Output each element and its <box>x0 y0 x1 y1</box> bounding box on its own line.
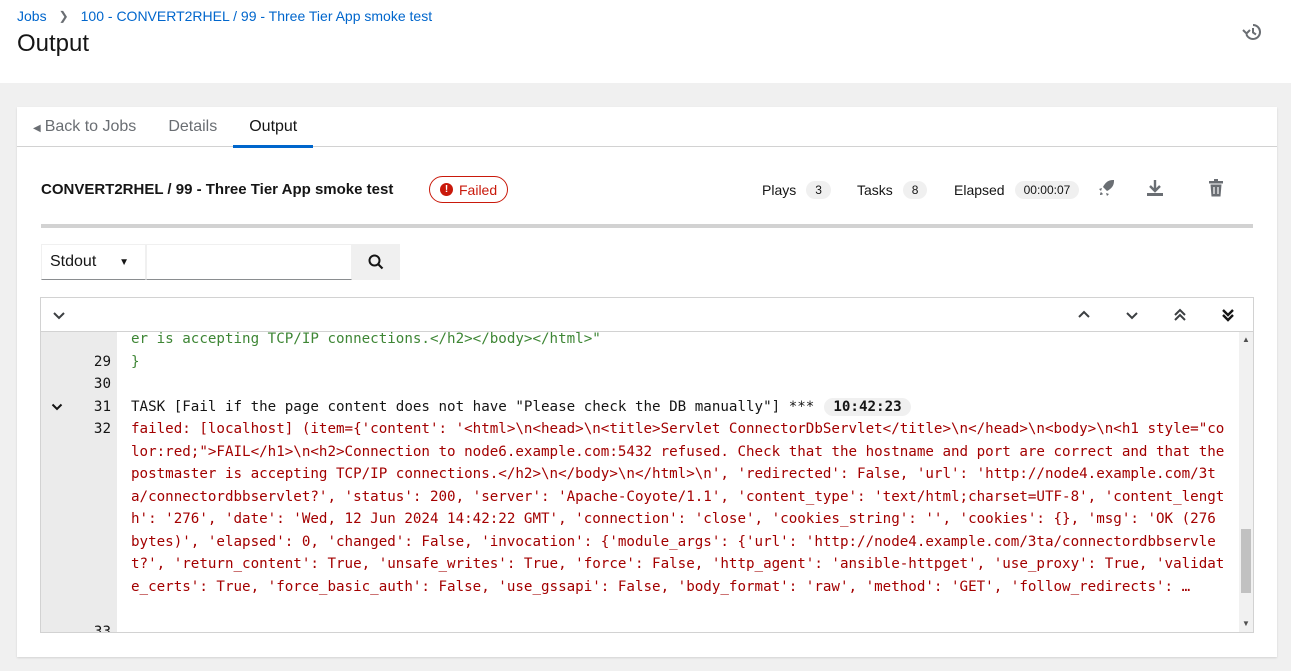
line-number: 33 <box>93 624 111 632</box>
search-button[interactable] <box>352 244 400 280</box>
output-lines: er is accepting TCP/IP connections.</h2>… <box>41 332 1239 632</box>
page-header: Jobs ❯ 100 - CONVERT2RHEL / 99 - Three T… <box>0 0 1291 83</box>
scroll-previous-icon[interactable] <box>1076 307 1092 323</box>
history-icon[interactable] <box>1242 22 1262 42</box>
job-output-card: ◀ Back to Jobs Details Output CONVERT2RHE… <box>17 107 1277 657</box>
output-toolbar <box>41 298 1253 332</box>
tab-back-to-jobs[interactable]: ◀ Back to Jobs <box>17 107 152 147</box>
search-icon <box>368 254 384 270</box>
line-text: } <box>131 353 140 370</box>
job-title: CONVERT2RHEL / 99 - Three Tier App smoke… <box>41 181 394 198</box>
rocket-icon[interactable] <box>1097 178 1117 198</box>
breadcrumb-jobs-link[interactable]: Jobs <box>17 8 47 24</box>
line-text: er is accepting TCP/IP connections.</h2>… <box>131 332 601 347</box>
scroll-down-icon[interactable]: ▼ <box>1242 619 1250 628</box>
status-badge: ! Failed <box>429 176 509 203</box>
tab-details[interactable]: Details <box>152 107 233 147</box>
tab-output[interactable]: Output <box>233 107 314 148</box>
scroll-next-icon[interactable] <box>1124 307 1140 323</box>
tasks-label: Tasks <box>857 182 893 198</box>
tasks-stat: Tasks 8 <box>857 181 928 199</box>
task-timestamp: 10:42:23 <box>824 397 911 416</box>
collapse-all-icon[interactable] <box>51 307 67 323</box>
scrollbar-thumb[interactable] <box>1241 529 1251 593</box>
progress-divider <box>41 224 1253 228</box>
download-icon[interactable] <box>1145 178 1165 198</box>
stream-select-value: Stdout <box>50 253 97 270</box>
trash-icon[interactable] <box>1206 178 1226 198</box>
line-number: 31 <box>93 398 111 415</box>
status-label: Failed <box>459 181 498 198</box>
elapsed-value: 00:00:07 <box>1014 181 1080 199</box>
scroll-first-icon[interactable] <box>1172 307 1188 323</box>
stream-select[interactable]: Stdout ▼ <box>41 244 146 280</box>
plays-label: Plays <box>762 182 797 198</box>
caret-down-icon: ▼ <box>119 256 129 268</box>
line-text: TASK [Fail if the page content does not … <box>131 396 1231 419</box>
plays-stat: Plays 3 <box>762 181 831 199</box>
line-number: 32 <box>93 421 111 437</box>
chevron-right-icon: ❯ <box>58 9 69 23</box>
exclamation-circle-icon: ! <box>440 183 453 196</box>
search-input[interactable] <box>146 244 352 280</box>
plays-count: 3 <box>806 181 831 199</box>
scroll-last-icon[interactable] <box>1220 307 1236 323</box>
elapsed-label: Elapsed <box>954 182 1005 198</box>
breadcrumb: Jobs ❯ 100 - CONVERT2RHEL / 99 - Three T… <box>17 8 432 24</box>
output-filter: Stdout ▼ <box>41 244 400 280</box>
line-number: 29 <box>93 353 111 370</box>
page-title: Output <box>17 30 90 57</box>
caret-left-icon: ◀ <box>33 123 41 134</box>
breadcrumb-current-link[interactable]: 100 - CONVERT2RHEL / 99 - Three Tier App… <box>81 8 432 24</box>
tasks-count: 8 <box>902 181 928 199</box>
elapsed-stat: Elapsed 00:00:07 <box>954 181 1080 199</box>
task-header: TASK [Fail if the page content does not … <box>131 398 815 415</box>
scroll-up-icon[interactable]: ▲ <box>1242 335 1250 344</box>
tabs: ◀ Back to Jobs Details Output <box>17 107 1277 148</box>
output-scrollbar[interactable]: ▲ ▼ <box>1239 332 1253 632</box>
line-text: failed: [localhost] (item={'content': '<… <box>131 421 1233 595</box>
job-output: er is accepting TCP/IP connections.</h2>… <box>40 297 1254 633</box>
line-number: 30 <box>93 376 111 392</box>
tab-back-label: Back to Jobs <box>44 118 137 135</box>
